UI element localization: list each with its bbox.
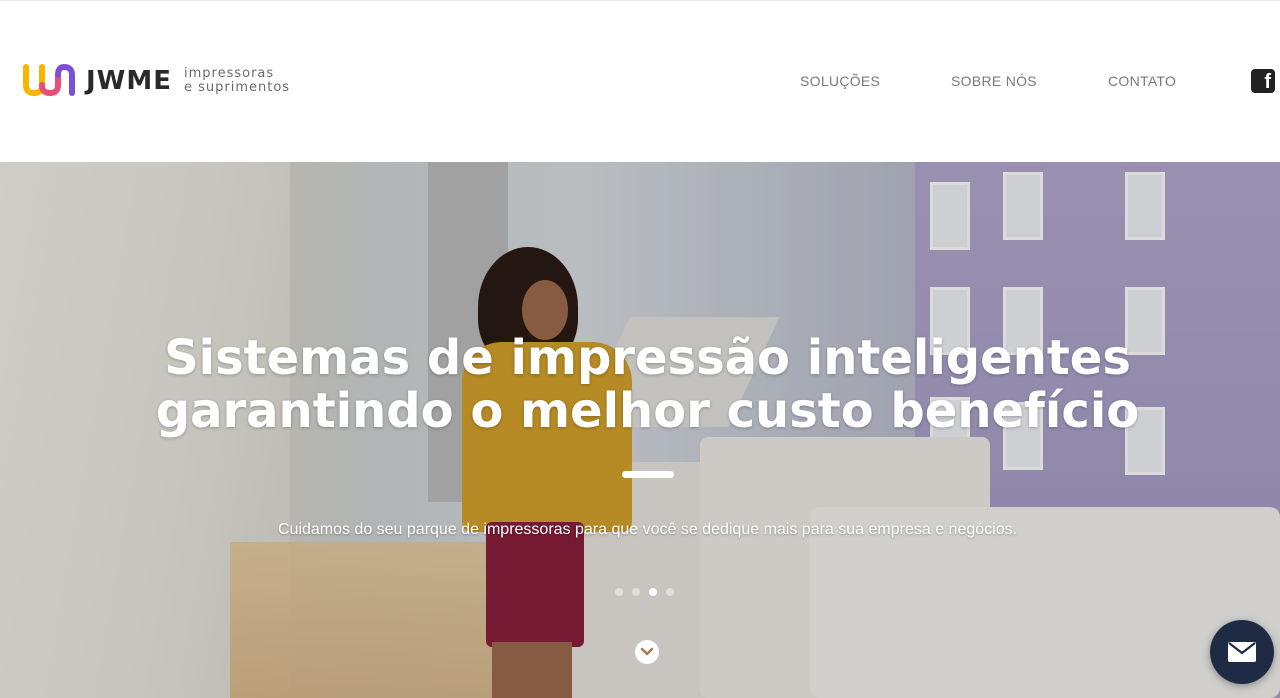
- hero-title: Sistemas de impressão inteligentes garan…: [155, 330, 1140, 439]
- hero-banner: Sistemas de impressão inteligentes garan…: [0, 162, 1280, 698]
- carousel-dot[interactable]: [632, 588, 640, 596]
- site-header: JWME impressoras e suprimentos SOLUÇÕES …: [0, 0, 1280, 162]
- contact-mail-button[interactable]: [1210, 620, 1274, 684]
- scroll-down-button[interactable]: [635, 640, 659, 664]
- nav-solucoes[interactable]: SOLUÇÕES: [800, 73, 880, 89]
- logo-wordmark: JWME: [86, 66, 172, 96]
- nav-contato[interactable]: CONTATO: [1108, 73, 1176, 89]
- hero-subtitle: Cuidamos do seu parque de impressoras pa…: [277, 521, 1018, 538]
- logo-tagline-line1: impressoras: [184, 66, 275, 81]
- facebook-glyph: f: [1264, 71, 1271, 93]
- carousel-dot[interactable]: [615, 588, 623, 596]
- chevron-down-icon: [640, 647, 654, 656]
- carousel-indicators: [615, 588, 674, 596]
- carousel-dot[interactable]: [666, 588, 674, 596]
- brand-logo[interactable]: JWME impressoras e suprimentos: [22, 61, 290, 101]
- logo-tagline-line2: e suprimentos: [184, 80, 291, 95]
- logo-mark-icon: [23, 63, 75, 97]
- envelope-icon: [1228, 642, 1256, 662]
- nav-sobre-nos[interactable]: SOBRE NÓS: [951, 73, 1037, 89]
- carousel-dot-active[interactable]: [649, 588, 657, 596]
- logo-tagline: impressoras e suprimentos: [184, 67, 290, 95]
- hero-title-divider: [622, 471, 674, 478]
- facebook-icon[interactable]: f: [1251, 69, 1275, 93]
